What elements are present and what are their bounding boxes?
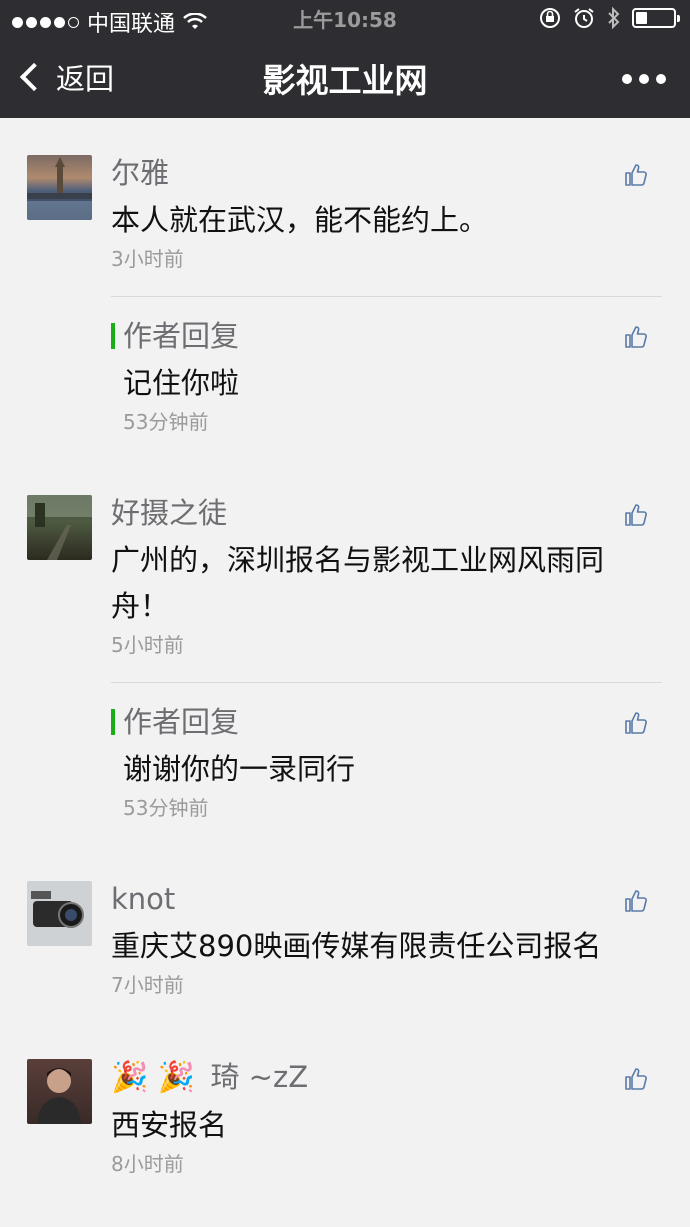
like-icon[interactable]	[624, 889, 648, 913]
orientation-lock-icon	[540, 8, 560, 28]
comment-body: 🎉 🎉 琦 ~zZ 西安报名 8小时前	[111, 1059, 662, 1178]
commenter-name: 好摄之徒	[111, 496, 228, 530]
reply-text: 谢谢你的一录同行	[123, 752, 356, 786]
like-icon[interactable]	[624, 325, 648, 349]
comment-text: 本人就在武汉，能不能约上。	[111, 203, 489, 237]
reply-label-row: 作者回复	[111, 704, 662, 740]
commenter-name: 尔雅	[111, 156, 170, 190]
reply-label: 作者回复	[123, 705, 240, 739]
reply-accent-bar	[111, 709, 115, 735]
bluetooth-icon	[608, 6, 620, 30]
comment-time: 7小时前	[111, 973, 184, 997]
more-dot	[639, 74, 649, 84]
like-icon[interactable]	[624, 711, 648, 735]
commenter-name: knot	[111, 882, 176, 916]
more-dot	[622, 74, 632, 84]
reply-time: 53分钟前	[123, 410, 209, 434]
alarm-icon	[574, 8, 594, 28]
avatar[interactable]	[27, 1059, 92, 1124]
comment-body: 好摄之徒 广州的，深圳报名与影视工业网风雨同 舟！ 5小时前	[111, 495, 662, 659]
comment-body: knot 重庆艾890映画传媒有限责任公司报名 7小时前	[111, 881, 662, 999]
avatar-image	[27, 495, 92, 560]
reply-accent-bar	[111, 323, 115, 349]
status-right	[538, 6, 680, 30]
reply-time: 53分钟前	[123, 796, 209, 820]
comment-body: 尔雅 本人就在武汉，能不能约上。 3小时前	[111, 155, 662, 273]
like-icon[interactable]	[624, 163, 648, 187]
like-icon[interactable]	[624, 503, 648, 527]
reply-label: 作者回复	[123, 319, 240, 353]
comment-text-line: 广州的，深圳报名与影视工业网风雨同	[111, 543, 605, 577]
status-bar: 中国联通 上午10:58	[0, 0, 690, 40]
comment-text: 西安报名	[111, 1108, 228, 1142]
more-dot	[656, 74, 666, 84]
party-popper-icon: 🎉 🎉	[111, 1060, 196, 1095]
comment-time: 8小时前	[111, 1152, 184, 1176]
author-reply: 作者回复 谢谢你的一录同行 53分钟前	[111, 704, 662, 822]
nav-bar: 返回 影视工业网	[0, 40, 690, 118]
comment-time: 3小时前	[111, 247, 184, 271]
reply-text: 记住你啦	[123, 366, 240, 400]
avatar[interactable]	[27, 881, 92, 946]
commenter-name-row: 🎉 🎉 琦 ~zZ	[111, 1059, 662, 1096]
avatar[interactable]	[27, 495, 92, 560]
reply-label-row: 作者回复	[111, 318, 662, 354]
like-icon[interactable]	[624, 1067, 648, 1091]
more-options-button[interactable]	[622, 74, 666, 84]
divider	[111, 296, 662, 297]
avatar-image	[37, 1068, 81, 1124]
avatar-image	[27, 157, 92, 220]
comment-text: 重庆艾890映画传媒有限责任公司报名	[111, 929, 602, 963]
top-bar: 中国联通 上午10:58 返回 影视工业网	[0, 0, 690, 118]
page-title: 影视工业网	[262, 61, 428, 100]
commenter-name: 琦 ~zZ	[210, 1060, 309, 1094]
comment-text-line: 舟！	[111, 589, 170, 623]
comment-time: 5小时前	[111, 633, 184, 657]
author-reply: 作者回复 记住你啦 53分钟前	[111, 318, 662, 436]
avatar-image	[27, 881, 92, 946]
avatar[interactable]	[27, 155, 92, 220]
divider	[111, 682, 662, 683]
battery-icon	[632, 8, 680, 28]
